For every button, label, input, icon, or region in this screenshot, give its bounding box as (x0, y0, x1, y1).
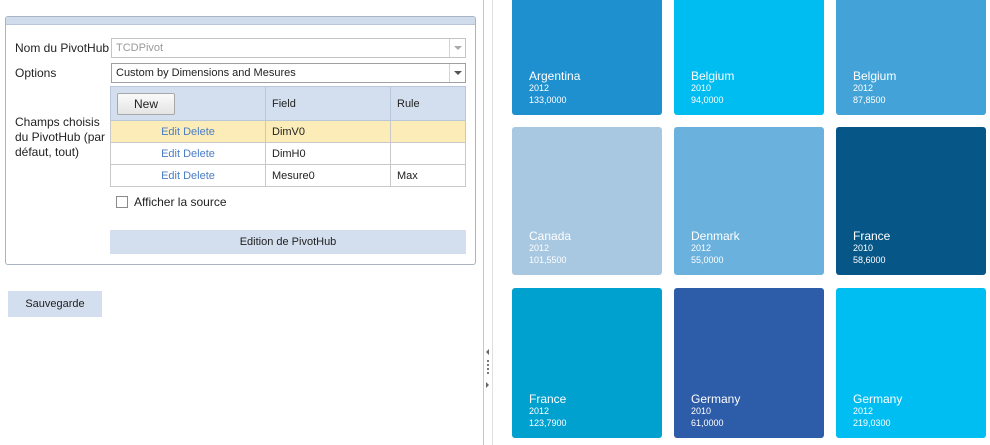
options-label: Options (15, 66, 57, 80)
tile-country: Denmark (691, 229, 740, 243)
pivothub-name-value: TCDPivot (116, 42, 164, 54)
rule-cell: Max (390, 164, 466, 187)
tile-value: 55,0000 (691, 255, 724, 265)
fields-table: New Field Rule Edit Delete DimV0 Edit De… (110, 86, 466, 187)
pivothub-name-select[interactable]: TCDPivot (111, 38, 466, 58)
tile-country: France (529, 392, 567, 406)
tile-year: 2010 (691, 83, 712, 93)
row-actions: Edit Delete (110, 142, 266, 165)
pivot-tile[interactable]: Denmark 2012 55,0000 (674, 127, 824, 275)
table-row[interactable]: Edit Delete DimH0 (110, 142, 466, 165)
delete-link[interactable]: Delete (183, 170, 215, 182)
table-row[interactable]: Edit Delete Mesure0 Max (110, 164, 466, 187)
edit-link[interactable]: Edit (161, 126, 180, 138)
options-value: Custom by Dimensions and Mesures (116, 67, 296, 79)
pivot-tile[interactable]: Germany 2012 219,0300 (836, 288, 986, 438)
save-button[interactable]: Sauvegarde (8, 291, 102, 317)
rule-column-header: Rule (390, 86, 466, 121)
tile-value: 101,5500 (529, 255, 567, 265)
tile-year: 2012 (529, 83, 550, 93)
panel-splitter[interactable] (483, 0, 493, 445)
tile-year: 2012 (529, 406, 550, 416)
tile-year: 2012 (853, 406, 874, 416)
table-row[interactable]: Edit Delete DimV0 (110, 120, 466, 143)
tile-year: 2010 (691, 406, 712, 416)
tile-country: Germany (853, 392, 903, 406)
show-source-checkbox[interactable] (116, 196, 128, 208)
field-cell: DimV0 (265, 120, 391, 143)
tile-value: 123,7900 (529, 418, 567, 428)
options-select[interactable]: Custom by Dimensions and Mesures (111, 63, 466, 83)
edit-link[interactable]: Edit (161, 148, 180, 160)
field-cell: Mesure0 (265, 164, 391, 187)
drag-handle-icon[interactable] (487, 360, 489, 376)
tile-country: Belgium (853, 69, 897, 83)
tile-value: 133,0000 (529, 95, 567, 105)
pivot-tile[interactable]: Belgium 2012 87,8500 (836, 0, 986, 115)
rule-cell (390, 120, 466, 143)
tile-value: 58,6000 (853, 255, 886, 265)
collapse-left-icon[interactable] (486, 349, 489, 355)
form-header-bar (6, 17, 475, 25)
new-field-button[interactable]: New (117, 92, 175, 115)
tile-value: 87,8500 (853, 95, 886, 105)
tile-value: 61,0000 (691, 418, 724, 428)
row-actions: Edit Delete (110, 164, 266, 187)
pivot-tile[interactable]: France 2012 123,7900 (512, 288, 662, 438)
pivot-tile[interactable]: Belgium 2010 94,0000 (674, 0, 824, 115)
pivot-tile[interactable]: Germany 2010 61,0000 (674, 288, 824, 438)
collapse-right-icon[interactable] (486, 382, 489, 388)
table-header-row: New Field Rule (110, 86, 466, 121)
row-actions: Edit Delete (110, 120, 266, 143)
tile-year: 2010 (853, 243, 874, 253)
show-source-label: Afficher la source (134, 195, 227, 209)
rule-cell (390, 142, 466, 165)
edit-link[interactable]: Edit (161, 170, 180, 182)
actions-column-header: New (110, 86, 266, 121)
pivothub-editor-panel: Nom du PivotHub TCDPivot Options Custom … (0, 0, 480, 445)
tile-country: Argentina (529, 69, 581, 83)
chevron-down-icon[interactable] (449, 39, 465, 57)
tile-value: 94,0000 (691, 95, 724, 105)
tile-country: Canada (529, 229, 572, 243)
pivot-tile[interactable]: Argentina 2012 133,0000 (512, 0, 662, 115)
pivothub-name-label: Nom du PivotHub (15, 41, 110, 55)
chevron-down-icon[interactable] (449, 64, 465, 82)
tile-year: 2012 (691, 243, 712, 253)
tile-country: France (853, 229, 891, 243)
delete-link[interactable]: Delete (183, 148, 215, 160)
fields-label: Champs choisis du PivotHub (par défaut, … (15, 115, 106, 159)
tile-year: 2012 (853, 83, 874, 93)
tile-country: Germany (691, 392, 741, 406)
tile-value: 219,0300 (853, 418, 891, 428)
tile-year: 2012 (529, 243, 550, 253)
field-cell: DimH0 (265, 142, 391, 165)
edit-pivothub-button[interactable]: Edition de PivotHub (110, 230, 466, 254)
pivot-tile[interactable]: France 2010 58,6000 (836, 127, 986, 275)
delete-link[interactable]: Delete (183, 126, 215, 138)
pivot-tile[interactable]: Canada 2012 101,5500 (512, 127, 662, 275)
tile-country: Belgium (691, 69, 735, 83)
field-column-header: Field (265, 86, 391, 121)
